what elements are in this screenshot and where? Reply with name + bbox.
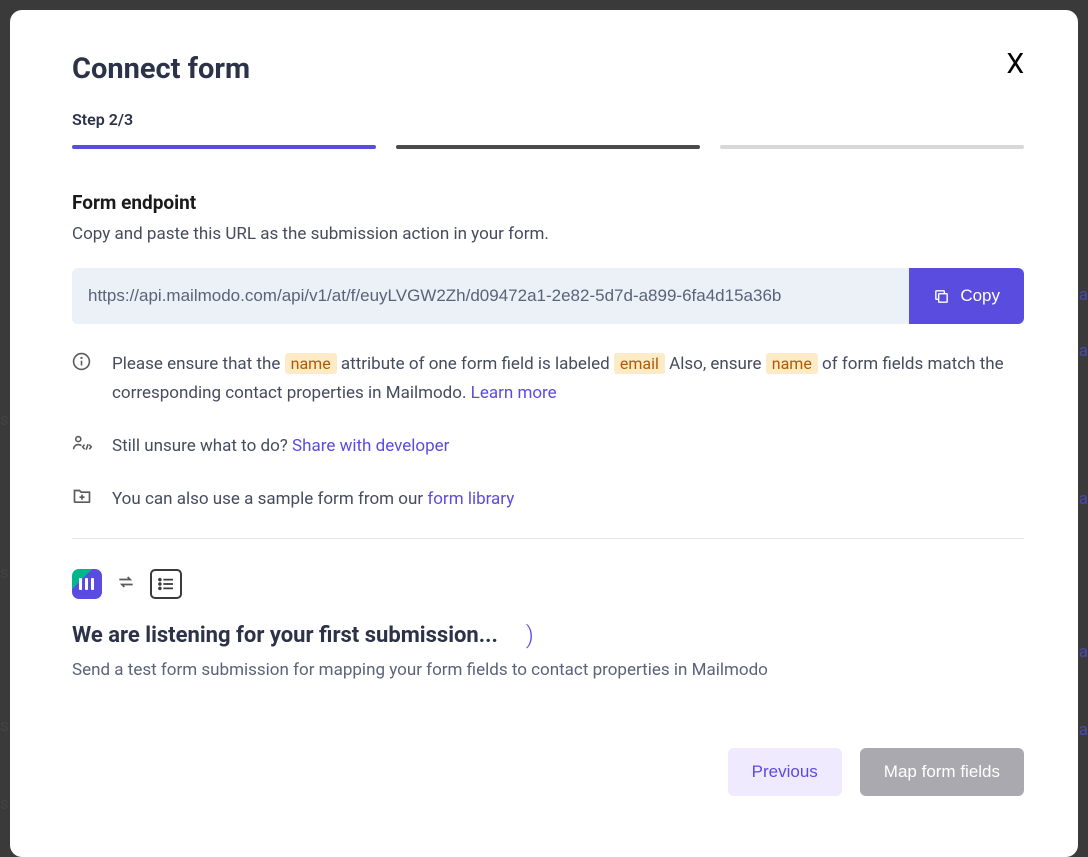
copy-label: Copy (960, 286, 1000, 306)
close-icon[interactable]: X (1006, 50, 1024, 78)
copy-icon (933, 288, 950, 305)
info-icon (72, 352, 92, 375)
form-library-link[interactable]: form library (427, 489, 514, 509)
modal-header: Connect form X (72, 52, 1024, 86)
endpoint-section: Form endpoint Copy and paste this URL as… (72, 191, 1024, 514)
progress-bar-group (72, 145, 1024, 149)
endpoint-url-input[interactable] (72, 268, 909, 324)
map-form-fields-button[interactable]: Map form fields (860, 748, 1024, 796)
progress-step-1 (72, 145, 376, 149)
listening-title: We are listening for your first submissi… (72, 623, 498, 648)
info-row-name-attribute: Please ensure that the name attribute of… (72, 350, 1024, 408)
info-row-library: You can also use a sample form from our … (72, 485, 1024, 514)
info-text: Still unsure what to do? Share with deve… (112, 432, 449, 461)
highlight-email: email (614, 353, 665, 374)
endpoint-row: Copy (72, 268, 1024, 324)
modal-footer: Previous Map form fields (72, 748, 1024, 796)
connect-form-modal: Connect form X Step 2/3 Form endpoint Co… (10, 10, 1078, 857)
folder-plus-icon (72, 487, 92, 508)
copy-button[interactable]: Copy (909, 268, 1024, 324)
section-description: Copy and paste this URL as the submissio… (72, 224, 1024, 244)
highlight-name: name (285, 353, 337, 374)
listening-icons (72, 569, 1024, 599)
learn-more-link[interactable]: Learn more (471, 383, 557, 403)
modal-title: Connect form (72, 52, 250, 86)
share-developer-link[interactable]: Share with developer (292, 436, 449, 456)
listening-description: Send a test form submission for mapping … (72, 660, 1024, 680)
highlight-name-2: name (766, 353, 818, 374)
info-text: Please ensure that the name attribute of… (112, 350, 1024, 408)
spinner-icon: ) (526, 623, 534, 647)
info-row-developer: Still unsure what to do? Share with deve… (72, 432, 1024, 461)
step-indicator: Step 2/3 (72, 110, 1024, 129)
swap-arrows-icon (116, 574, 136, 594)
person-code-icon (72, 434, 92, 456)
progress-step-2 (396, 145, 700, 149)
section-title: Form endpoint (72, 191, 1024, 214)
mailmodo-brand-icon (72, 569, 102, 599)
progress-step-3 (720, 145, 1024, 149)
info-text: You can also use a sample form from our … (112, 485, 514, 514)
divider (72, 538, 1024, 539)
previous-button[interactable]: Previous (728, 748, 842, 796)
list-icon (150, 569, 182, 599)
listening-header: We are listening for your first submissi… (72, 623, 1024, 648)
